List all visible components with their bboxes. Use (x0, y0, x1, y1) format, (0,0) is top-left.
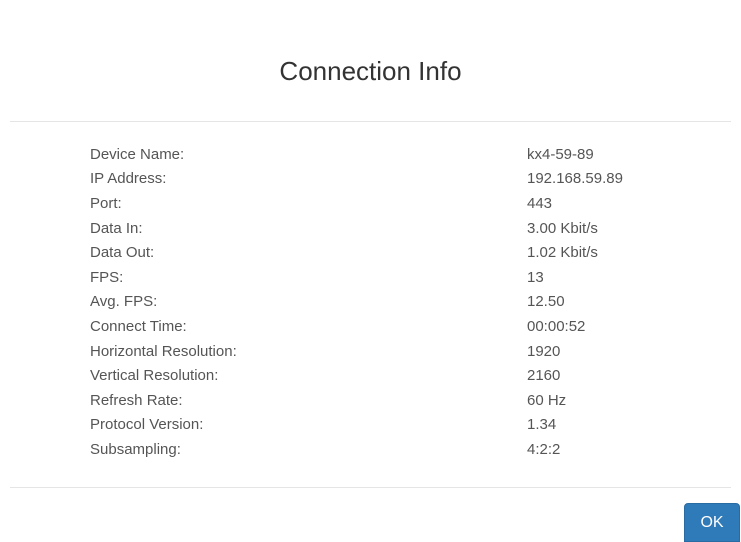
info-row-port: Port: 443 (90, 191, 650, 216)
info-label: Avg. FPS: (90, 293, 158, 311)
info-row-avg-fps: Avg. FPS: 12.50 (90, 290, 650, 315)
info-row-device-name: Device Name: kx4-59-89 (90, 142, 650, 167)
info-value: 1.02 Kbit/s (527, 244, 598, 262)
info-value: kx4-59-89 (527, 145, 594, 163)
info-label: IP Address: (90, 170, 167, 188)
info-label: Refresh Rate: (90, 391, 183, 409)
info-label: Data Out: (90, 244, 155, 262)
info-row-data-out: Data Out: 1.02 Kbit/s (90, 240, 650, 265)
info-value: 1.34 (527, 416, 557, 434)
info-label: Port: (90, 194, 122, 212)
info-value: 1920 (527, 342, 561, 360)
info-value: 443 (527, 194, 553, 212)
info-row-data-in: Data In: 3.00 Kbit/s (90, 216, 650, 241)
connection-info-table: Device Name: kx4-59-89 IP Address: 192.1… (90, 142, 650, 462)
info-label: Subsampling: (90, 440, 181, 458)
info-label: Data In: (90, 219, 143, 237)
header-divider (10, 121, 731, 122)
info-value: 3.00 Kbit/s (527, 219, 598, 237)
info-label: Connect Time: (90, 317, 187, 335)
info-value: 60 Hz (527, 391, 567, 409)
info-row-connect-time: Connect Time: 00:00:52 (90, 314, 650, 339)
info-row-vertical-resolution: Vertical Resolution: 2160 (90, 363, 650, 388)
info-row-refresh-rate: Refresh Rate: 60 Hz (90, 388, 650, 413)
info-value: 12.50 (527, 293, 565, 311)
info-row-fps: FPS: 13 (90, 265, 650, 290)
info-label: Vertical Resolution: (90, 367, 219, 385)
info-value: 192.168.59.89 (527, 170, 623, 188)
info-row-horizontal-resolution: Horizontal Resolution: 1920 (90, 339, 650, 364)
ok-button[interactable]: OK (684, 503, 740, 542)
footer-divider (10, 487, 731, 488)
info-value: 2160 (527, 367, 561, 385)
info-value: 4:2:2 (527, 440, 561, 458)
info-value: 13 (527, 268, 544, 286)
info-row-ip-address: IP Address: 192.168.59.89 (90, 167, 650, 192)
info-row-subsampling: Subsampling: 4:2:2 (90, 437, 650, 462)
info-label: FPS: (90, 268, 124, 286)
info-value: 00:00:52 (527, 317, 586, 335)
info-label: Device Name: (90, 145, 185, 163)
connection-info-dialog: Connection Info Device Name: kx4-59-89 I… (0, 0, 741, 542)
info-label: Protocol Version: (90, 416, 204, 434)
info-row-protocol-version: Protocol Version: 1.34 (90, 413, 650, 438)
dialog-title: Connection Info (279, 56, 462, 86)
info-label: Horizontal Resolution: (90, 342, 237, 360)
